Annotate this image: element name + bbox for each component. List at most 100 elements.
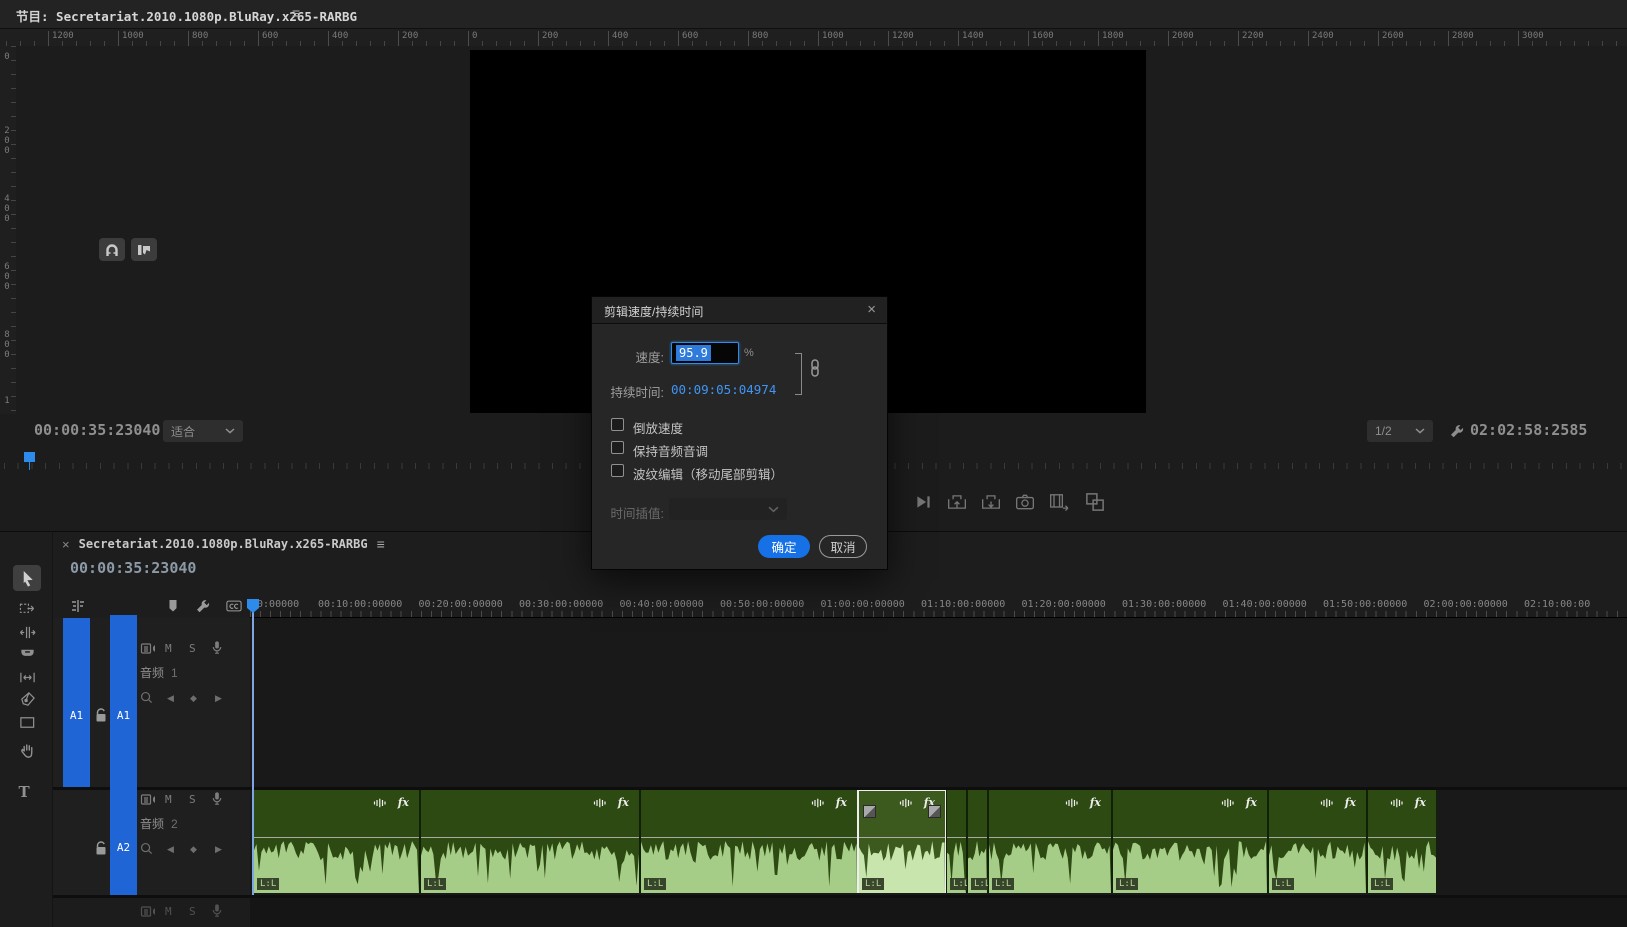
volume-rubber-band[interactable]	[254, 837, 419, 838]
track-meter-icon[interactable]	[140, 904, 156, 919]
audio-clip[interactable]: fxL:L	[1268, 790, 1367, 893]
selection-tool-icon[interactable]	[13, 565, 41, 591]
waveform-icon	[1320, 798, 1334, 808]
step-forward-icon[interactable]	[913, 492, 933, 512]
monitor-settings-wrench-icon[interactable]	[1449, 423, 1465, 439]
captions-icon[interactable]	[226, 595, 242, 617]
show-keyframes-icon[interactable]	[140, 842, 153, 855]
track-name-audio1[interactable]: 音频1	[140, 664, 178, 681]
solo-button[interactable]: S	[189, 793, 196, 806]
zoom-level-select[interactable]: 适合	[163, 420, 243, 442]
source-patch-a1-label[interactable]: A1	[63, 709, 90, 722]
source-patch-a1[interactable]	[63, 618, 90, 787]
audio-clip[interactable]: fxL:L	[1112, 790, 1268, 893]
program-monitor-header[interactable]: 节目: Secretariat.2010.1080p.BluRay.x265-R…	[0, 0, 1627, 29]
marker-icon[interactable]	[165, 595, 181, 617]
lift-icon[interactable]	[947, 492, 967, 512]
cancel-button[interactable]: 取消	[819, 535, 867, 558]
wrench-icon	[195, 598, 211, 614]
mute-button[interactable]: M	[165, 793, 172, 806]
checkbox[interactable]	[611, 441, 624, 454]
fade-handle-right[interactable]	[928, 805, 941, 818]
timeline-playhead-timecode[interactable]: 00:00:35:23040	[70, 559, 196, 577]
voiceover-record-icon[interactable]	[209, 640, 225, 655]
audio-clip[interactable]: L:L	[967, 790, 988, 893]
nest-icon[interactable]	[70, 595, 86, 617]
snap-icon[interactable]	[99, 238, 125, 261]
volume-rubber-band[interactable]	[947, 837, 966, 838]
track-select-forward-tool-icon[interactable]	[13, 595, 41, 621]
audio-clip[interactable]: fxL:L	[640, 790, 858, 893]
panel-menu-icon[interactable]: ≡	[292, 5, 300, 21]
monitor-playhead[interactable]	[24, 452, 35, 462]
add-keyframe-icon[interactable]: ◆	[190, 844, 197, 855]
audio-clip[interactable]: fxL:L	[420, 790, 640, 893]
track-target-a1-label[interactable]: A1	[110, 709, 137, 722]
wrench-icon[interactable]	[195, 595, 211, 617]
duration-value[interactable]: 00:09:05:04974	[671, 382, 776, 397]
checkbox[interactable]	[611, 418, 624, 431]
track-meter-icon[interactable]	[140, 792, 156, 807]
ruler-label: 200	[402, 31, 418, 41]
timeline-tab[interactable]: × Secretariat.2010.1080p.BluRay.x265-RAR…	[62, 536, 385, 552]
show-keyframes-icon[interactable]	[140, 691, 153, 704]
mute-button[interactable]: M	[165, 642, 172, 655]
mute-button[interactable]: M	[165, 905, 172, 918]
track-content-audio1[interactable]	[250, 618, 1627, 787]
extract-icon[interactable]	[981, 492, 1001, 512]
fade-handle-left[interactable]	[863, 805, 876, 818]
dialog-title-bar[interactable]: 剪辑速度/持续时间 ×	[592, 297, 887, 324]
speed-input[interactable]: 95.9	[671, 342, 739, 364]
chain-link-icon[interactable]	[809, 359, 821, 377]
volume-rubber-band[interactable]	[968, 837, 987, 838]
audio-clip[interactable]: fxL:L	[253, 790, 420, 893]
type-tool-icon[interactable]: T	[13, 787, 41, 813]
volume-rubber-band[interactable]	[1368, 837, 1436, 838]
ok-button[interactable]: 确定	[758, 535, 810, 558]
volume-rubber-band[interactable]	[859, 837, 945, 838]
track-target-a2-label[interactable]: A2	[110, 841, 137, 854]
audio-clip[interactable]: fxL:L	[1367, 790, 1437, 893]
volume-rubber-band[interactable]	[1113, 837, 1267, 838]
time-interpolation-select[interactable]	[669, 498, 787, 520]
volume-rubber-band[interactable]	[421, 837, 639, 838]
panel-menu-icon[interactable]: ≡	[377, 536, 385, 552]
insert-icon[interactable]	[1049, 492, 1069, 512]
next-keyframe-icon[interactable]: ▶	[215, 693, 222, 704]
ruler-label: 600	[682, 31, 698, 41]
close-icon[interactable]: ×	[62, 537, 70, 552]
solo-button[interactable]: S	[189, 905, 196, 918]
hand-tool-icon[interactable]	[13, 737, 41, 763]
playback-resolution-select[interactable]: 1/2	[1367, 420, 1433, 442]
previous-keyframe-icon[interactable]: ◀	[167, 844, 174, 855]
track-lock-icon[interactable]	[94, 707, 108, 723]
track-name-audio2[interactable]: 音频2	[140, 815, 178, 832]
premiere-application: 节目: Secretariat.2010.1080p.BluRay.x265-R…	[0, 0, 1627, 927]
export-frame-icon[interactable]	[1015, 492, 1035, 512]
voiceover-record-icon[interactable]	[209, 903, 225, 918]
close-icon[interactable]: ×	[867, 301, 876, 318]
volume-rubber-band[interactable]	[641, 837, 857, 838]
next-keyframe-icon[interactable]: ▶	[215, 844, 222, 855]
checkbox[interactable]	[611, 464, 624, 477]
previous-keyframe-icon[interactable]: ◀	[167, 693, 174, 704]
audio-clip[interactable]: fxL:L	[988, 790, 1112, 893]
volume-rubber-band[interactable]	[989, 837, 1111, 838]
timeline-playhead-line[interactable]	[252, 600, 254, 895]
track-lock-icon[interactable]	[94, 840, 108, 856]
ruler-major-tick	[1028, 31, 1029, 46]
monitor-playhead-timecode[interactable]: 00:00:35:23040	[34, 421, 160, 439]
timeline-ruler-label: 01:20:00:00000	[1022, 599, 1106, 610]
solo-button[interactable]: S	[189, 642, 196, 655]
rectangle-tool-icon[interactable]	[13, 709, 41, 735]
compare-view-icon[interactable]	[1085, 492, 1105, 512]
audio-clip-selected[interactable]: fxL:L	[858, 790, 946, 893]
linked-selection-icon[interactable]	[131, 238, 157, 261]
track-meter-icon[interactable]	[140, 641, 156, 656]
voiceover-record-icon[interactable]	[209, 791, 225, 806]
add-keyframe-icon[interactable]: ◆	[190, 693, 197, 704]
volume-rubber-band[interactable]	[1269, 837, 1366, 838]
track-divider[interactable]	[53, 895, 1627, 898]
audio-clip[interactable]: L:L	[946, 790, 967, 893]
timeline-playhead-head[interactable]	[247, 599, 259, 608]
